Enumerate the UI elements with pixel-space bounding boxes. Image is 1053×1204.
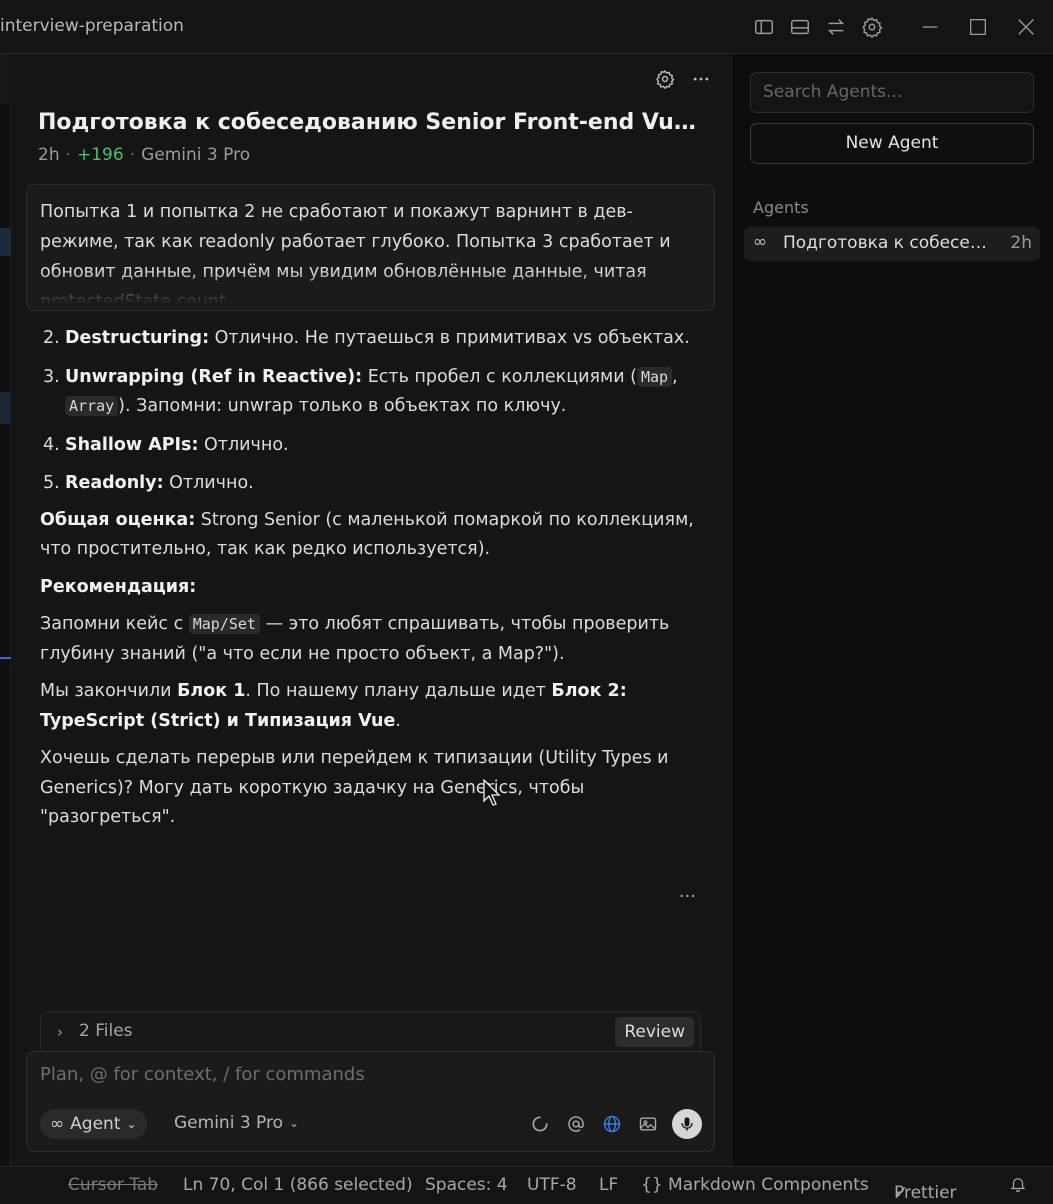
inline-code: Array <box>65 396 119 416</box>
composer-tools <box>528 1109 702 1139</box>
chat-meta: 2h · +196 · Gemini 3 Pro <box>38 145 251 165</box>
editor-selection <box>0 228 11 256</box>
chat-model: Gemini 3 Pro <box>141 145 251 165</box>
model-label: Gemini 3 Pro <box>174 1113 284 1133</box>
editor-tab-strip <box>0 54 11 104</box>
toggle-primary-sidebar-icon[interactable] <box>752 15 776 39</box>
chevron-down-icon: ⌄ <box>126 1117 137 1131</box>
recommendation-text: Запомни кейс с Map/Set — это любят спраш… <box>40 614 670 664</box>
minimize-icon[interactable] <box>918 15 942 39</box>
mention-icon[interactable] <box>564 1112 588 1136</box>
message-more-icon[interactable]: ··· <box>679 886 696 907</box>
maximize-icon[interactable] <box>966 15 990 39</box>
list-item: 5. Readonly: Отлично. <box>43 473 254 493</box>
panel-actions <box>654 68 712 90</box>
microphone-icon[interactable] <box>672 1109 702 1139</box>
close-icon[interactable] <box>1014 15 1038 39</box>
swap-layout-icon[interactable] <box>824 15 848 39</box>
new-agent-button[interactable]: New Agent <box>750 123 1034 164</box>
line-ending[interactable]: LF <box>599 1175 618 1195</box>
composer-input[interactable]: Plan, @ for context, / for commands <box>40 1064 365 1085</box>
inline-code: Map <box>637 366 673 387</box>
cursor-position[interactable]: Ln 70, Col 1 (866 selected) <box>183 1175 413 1195</box>
status-bar: Cursor Tab Ln 70, Col 1 (866 selected) S… <box>0 1166 1053 1204</box>
infinity-icon: ∞ <box>50 1114 65 1134</box>
agents-section-label: Agents <box>753 198 809 217</box>
agent-time: 2h <box>1010 233 1032 253</box>
globe-icon[interactable] <box>600 1112 624 1136</box>
chat-age: 2h <box>38 145 60 165</box>
chevron-right-icon[interactable]: › <box>57 1023 63 1041</box>
search-agents-input[interactable]: Search Agents... <box>750 72 1034 113</box>
inline-code: Map/Set <box>188 614 260 634</box>
indentation[interactable]: Spaces: 4 <box>425 1175 508 1195</box>
title-bar: interview-preparation <box>0 0 1053 54</box>
composer[interactable]: Plan, @ for context, / for commands ∞ Ag… <box>26 1051 715 1152</box>
lines-added: +196 <box>77 145 124 165</box>
language-mode[interactable]: {} Markdown Components <box>641 1175 869 1195</box>
image-icon[interactable] <box>636 1112 660 1136</box>
cursor-tab-status[interactable]: Cursor Tab <box>68 1175 158 1195</box>
mouse-pointer-icon <box>483 779 501 806</box>
toggle-panel-icon[interactable] <box>788 15 812 39</box>
encoding[interactable]: UTF-8 <box>527 1175 577 1195</box>
editor-divider <box>0 657 11 659</box>
infinity-icon: ∞ <box>753 232 768 252</box>
agent-mode-label: Agent <box>70 1114 121 1134</box>
editor-edge <box>0 54 11 1166</box>
list-item: 2. Destructuring: Отлично. Не путаешься в… <box>43 328 690 348</box>
user-message[interactable]: Попытка 1 и попытка 2 не сработают и пок… <box>26 184 715 311</box>
question-text: Хочешь сделать перерыв или перейдем к ти… <box>40 748 669 827</box>
list-item: 4. Shallow APIs: Отлично. <box>43 434 289 455</box>
files-count[interactable]: 2 Files <box>79 1021 133 1041</box>
agent-name: Подготовка к собеседованию Senior Front-… <box>783 233 993 253</box>
chat-settings-gear-icon[interactable] <box>654 68 676 90</box>
notifications-bell-icon[interactable] <box>1009 1175 1027 1198</box>
agent-chat-panel: Подготовка к собеседованию Senior Front-… <box>11 54 730 1166</box>
chevron-down-icon: ⌄ <box>289 1116 300 1130</box>
model-select[interactable]: Gemini 3 Pro ⌄ <box>174 1113 299 1133</box>
editor-selection <box>0 392 11 424</box>
window-title: interview-preparation <box>0 16 184 36</box>
assistant-message: 2. Destructuring: Отлично. Не путаешься в… <box>40 324 705 841</box>
loading-spinner-icon <box>528 1112 552 1136</box>
list-item: 3. Unwrapping (Ref in Reactive): Есть про… <box>43 366 678 416</box>
agent-mode-select[interactable]: ∞ Agent ⌄ <box>40 1109 147 1139</box>
changed-files-bar[interactable]: › 2 Files Review <box>40 1011 701 1052</box>
evaluation-list: 2. Destructuring: Отлично. Не путаешься в… <box>40 324 705 499</box>
review-button[interactable]: Review <box>615 1017 694 1047</box>
chat-title: Подготовка к собеседованию Senior Front-… <box>38 110 708 135</box>
recommendation-heading: Рекомендация: <box>40 576 197 597</box>
overall-assessment: Общая оценка: Strong Senior (с маленькой… <box>40 509 694 560</box>
agent-list-item[interactable]: ∞ Подготовка к собеседованию Senior Fron… <box>744 227 1040 261</box>
more-options-icon[interactable] <box>690 68 712 90</box>
next-block-text: Мы закончили Блок 1. По нашему плану дал… <box>40 681 627 731</box>
agents-sidebar: Search Agents... New Agent Agents ∞ Подг… <box>731 54 1053 1166</box>
settings-gear-icon[interactable] <box>860 15 884 39</box>
